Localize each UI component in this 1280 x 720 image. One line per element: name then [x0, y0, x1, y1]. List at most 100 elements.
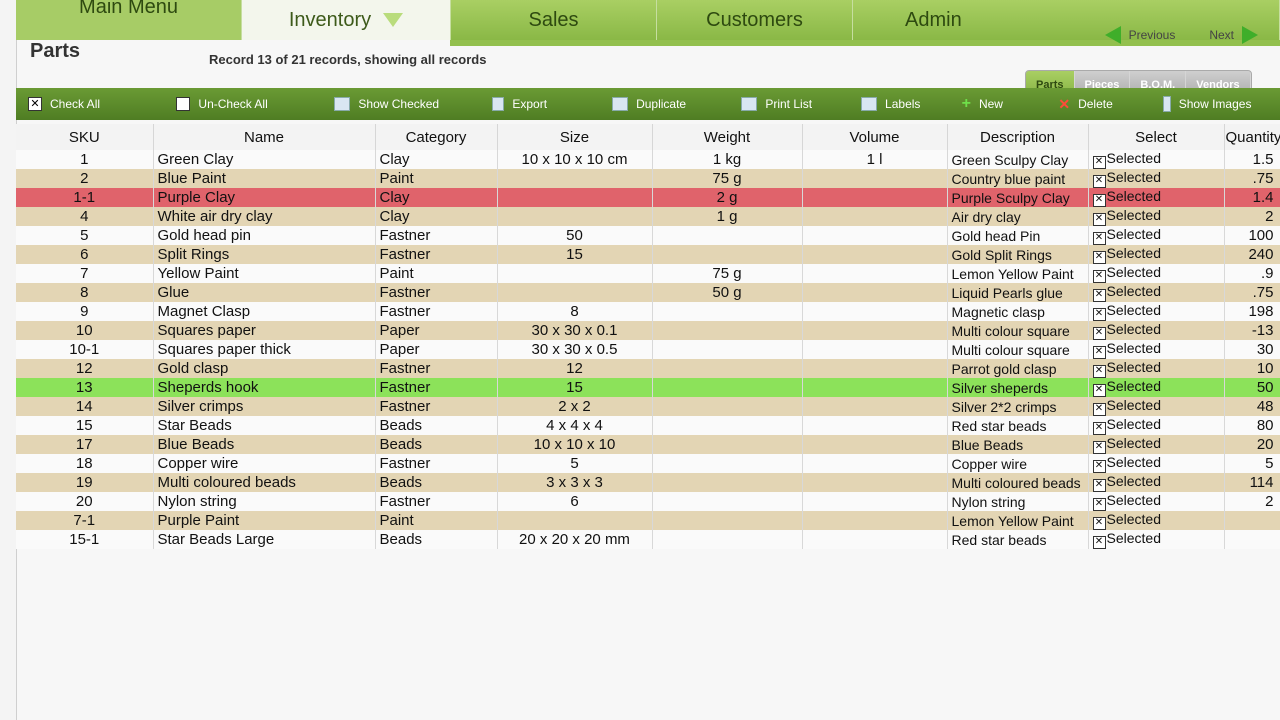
table-row[interactable]: 15-1 Star Beads Large Beads 20 x 20 x 20 mm… [16, 530, 1280, 549]
table-row[interactable]: 13 Sheperds hook Fastner 15 Silver sheperds ✕… [16, 378, 1280, 397]
sku-cell[interactable]: 4 [16, 207, 154, 226]
column-header-sku[interactable]: SKU [16, 124, 154, 150]
table-row[interactable]: 20 Nylon string Fastner 6 Nylon string ✕ Selec… [16, 492, 1280, 511]
category-cell[interactable]: Paint [375, 264, 498, 283]
weight-cell[interactable]: 50 g [652, 283, 803, 302]
sku-cell[interactable]: 1 [16, 150, 154, 169]
quantity-cell[interactable]: 5 [1224, 454, 1280, 473]
column-header-weight[interactable]: Weight [652, 124, 803, 150]
quantity-cell[interactable]: 198 [1224, 302, 1280, 321]
check-all-button[interactable]: ✕ Check All [16, 88, 164, 120]
name-cell[interactable]: White air dry clay [153, 207, 376, 226]
select-checkbox[interactable]: ✕ [1092, 536, 1106, 549]
select-cell[interactable]: ✕ Selected [1088, 473, 1225, 492]
select-checkbox[interactable]: ✕ [1092, 422, 1106, 435]
next-arrow-icon[interactable] [1242, 26, 1258, 44]
weight-cell[interactable]: 75 g [652, 169, 803, 188]
tab-inventory[interactable]: Inventory [242, 0, 451, 40]
quantity-cell[interactable]: 48 [1224, 397, 1280, 416]
quantity-cell[interactable]: .75 [1224, 169, 1280, 188]
name-cell[interactable]: Purple Paint [153, 511, 376, 530]
sku-cell[interactable]: 14 [16, 397, 154, 416]
table-row[interactable]: 14 Silver crimps Fastner 2 x 2 Silver 2*2 cr… [16, 397, 1280, 416]
sku-cell[interactable]: 17 [16, 435, 154, 454]
category-cell[interactable]: Clay [375, 150, 498, 169]
volume-cell[interactable] [802, 530, 948, 549]
select-cell[interactable]: ✕ Selected [1088, 283, 1225, 302]
quantity-cell[interactable] [1224, 511, 1280, 530]
name-cell[interactable]: Magnet Clasp [153, 302, 376, 321]
size-cell[interactable] [497, 264, 653, 283]
category-cell[interactable]: Beads [375, 435, 498, 454]
description-cell[interactable]: Country blue paint [947, 169, 1089, 188]
select-checkbox[interactable]: ✕ [1092, 365, 1106, 378]
select-checkbox[interactable]: ✕ [1092, 403, 1106, 416]
description-cell[interactable]: Parrot gold clasp [947, 359, 1089, 378]
name-cell[interactable]: Yellow Paint [153, 264, 376, 283]
size-cell[interactable]: 30 x 30 x 0.5 [497, 340, 653, 359]
name-cell[interactable]: Blue Beads [153, 435, 376, 454]
sku-cell[interactable]: 10-1 [16, 340, 154, 359]
size-cell[interactable] [497, 207, 653, 226]
description-cell[interactable]: Liquid Pearls glue [947, 283, 1089, 302]
select-checkbox[interactable]: ✕ [1092, 441, 1106, 454]
select-cell[interactable]: ✕ Selected [1088, 416, 1225, 435]
table-row[interactable]: 9 Magnet Clasp Fastner 8 Magnetic clasp ✕ Sele… [16, 302, 1280, 321]
name-cell[interactable]: Copper wire [153, 454, 376, 473]
column-header-quantity[interactable]: Quantity [1224, 124, 1280, 150]
description-cell[interactable]: Nylon string [947, 492, 1089, 511]
column-header-size[interactable]: Size [497, 124, 653, 150]
select-cell[interactable]: ✕ Selected [1088, 530, 1225, 549]
description-cell[interactable]: Red star beads [947, 530, 1089, 549]
size-cell[interactable]: 10 x 10 x 10 cm [497, 150, 653, 169]
sku-cell[interactable]: 15-1 [16, 530, 154, 549]
select-checkbox[interactable]: ✕ [1092, 175, 1106, 188]
table-row[interactable]: 18 Copper wire Fastner 5 Copper wire ✕ Selecte… [16, 454, 1280, 473]
category-cell[interactable]: Clay [375, 188, 498, 207]
volume-cell[interactable] [802, 226, 948, 245]
select-checkbox[interactable]: ✕ [1092, 270, 1106, 283]
select-cell[interactable]: ✕ Selected [1088, 359, 1225, 378]
volume-cell[interactable] [802, 511, 948, 530]
select-cell[interactable]: ✕ Selected [1088, 511, 1225, 530]
name-cell[interactable]: Multi coloured beads [153, 473, 376, 492]
labels-button[interactable]: Labels [849, 88, 950, 120]
uncheck-all-button[interactable]: Un-Check All [164, 88, 322, 120]
description-cell[interactable]: Silver sheperds [947, 378, 1089, 397]
name-cell[interactable]: Gold clasp [153, 359, 376, 378]
weight-cell[interactable]: 2 g [652, 188, 803, 207]
description-cell[interactable]: Silver 2*2 crimps [947, 397, 1089, 416]
select-cell[interactable]: ✕ Selected [1088, 207, 1225, 226]
next-link[interactable]: Next [1209, 28, 1234, 42]
sku-cell[interactable]: 7 [16, 264, 154, 283]
volume-cell[interactable] [802, 416, 948, 435]
weight-cell[interactable] [652, 378, 803, 397]
category-cell[interactable]: Fastner [375, 302, 498, 321]
quantity-cell[interactable]: .75 [1224, 283, 1280, 302]
table-row[interactable]: 12 Gold clasp Fastner 12 Parrot gold clasp ✕ S… [16, 359, 1280, 378]
quantity-cell[interactable]: 20 [1224, 435, 1280, 454]
category-cell[interactable]: Fastner [375, 397, 498, 416]
column-header-description[interactable]: Description [947, 124, 1089, 150]
category-cell[interactable]: Beads [375, 416, 498, 435]
category-cell[interactable]: Fastner [375, 492, 498, 511]
volume-cell[interactable]: 1 l [802, 150, 948, 169]
show-images-button[interactable]: Show Images [1151, 88, 1280, 120]
table-row[interactable]: 15 Star Beads Beads 4 x 4 x 4 Red star beads… [16, 416, 1280, 435]
category-cell[interactable]: Clay [375, 207, 498, 226]
volume-cell[interactable] [802, 283, 948, 302]
table-row[interactable]: 5 Gold head pin Fastner 50 Gold head Pin ✕ Sel… [16, 226, 1280, 245]
size-cell[interactable]: 4 x 4 x 4 [497, 416, 653, 435]
select-checkbox[interactable]: ✕ [1092, 498, 1106, 511]
select-cell[interactable]: ✕ Selected [1088, 454, 1225, 473]
quantity-cell[interactable]: 240 [1224, 245, 1280, 264]
name-cell[interactable]: Star Beads [153, 416, 376, 435]
table-row[interactable]: 8 Glue Fastner 50 g Liquid Pearls glue ✕ Selec… [16, 283, 1280, 302]
volume-cell[interactable] [802, 378, 948, 397]
size-cell[interactable]: 3 x 3 x 3 [497, 473, 653, 492]
size-cell[interactable] [497, 511, 653, 530]
tab-customers[interactable]: Customers [657, 0, 853, 40]
quantity-cell[interactable]: 30 [1224, 340, 1280, 359]
quantity-cell[interactable]: 114 [1224, 473, 1280, 492]
duplicate-button[interactable]: Duplicate [600, 88, 729, 120]
